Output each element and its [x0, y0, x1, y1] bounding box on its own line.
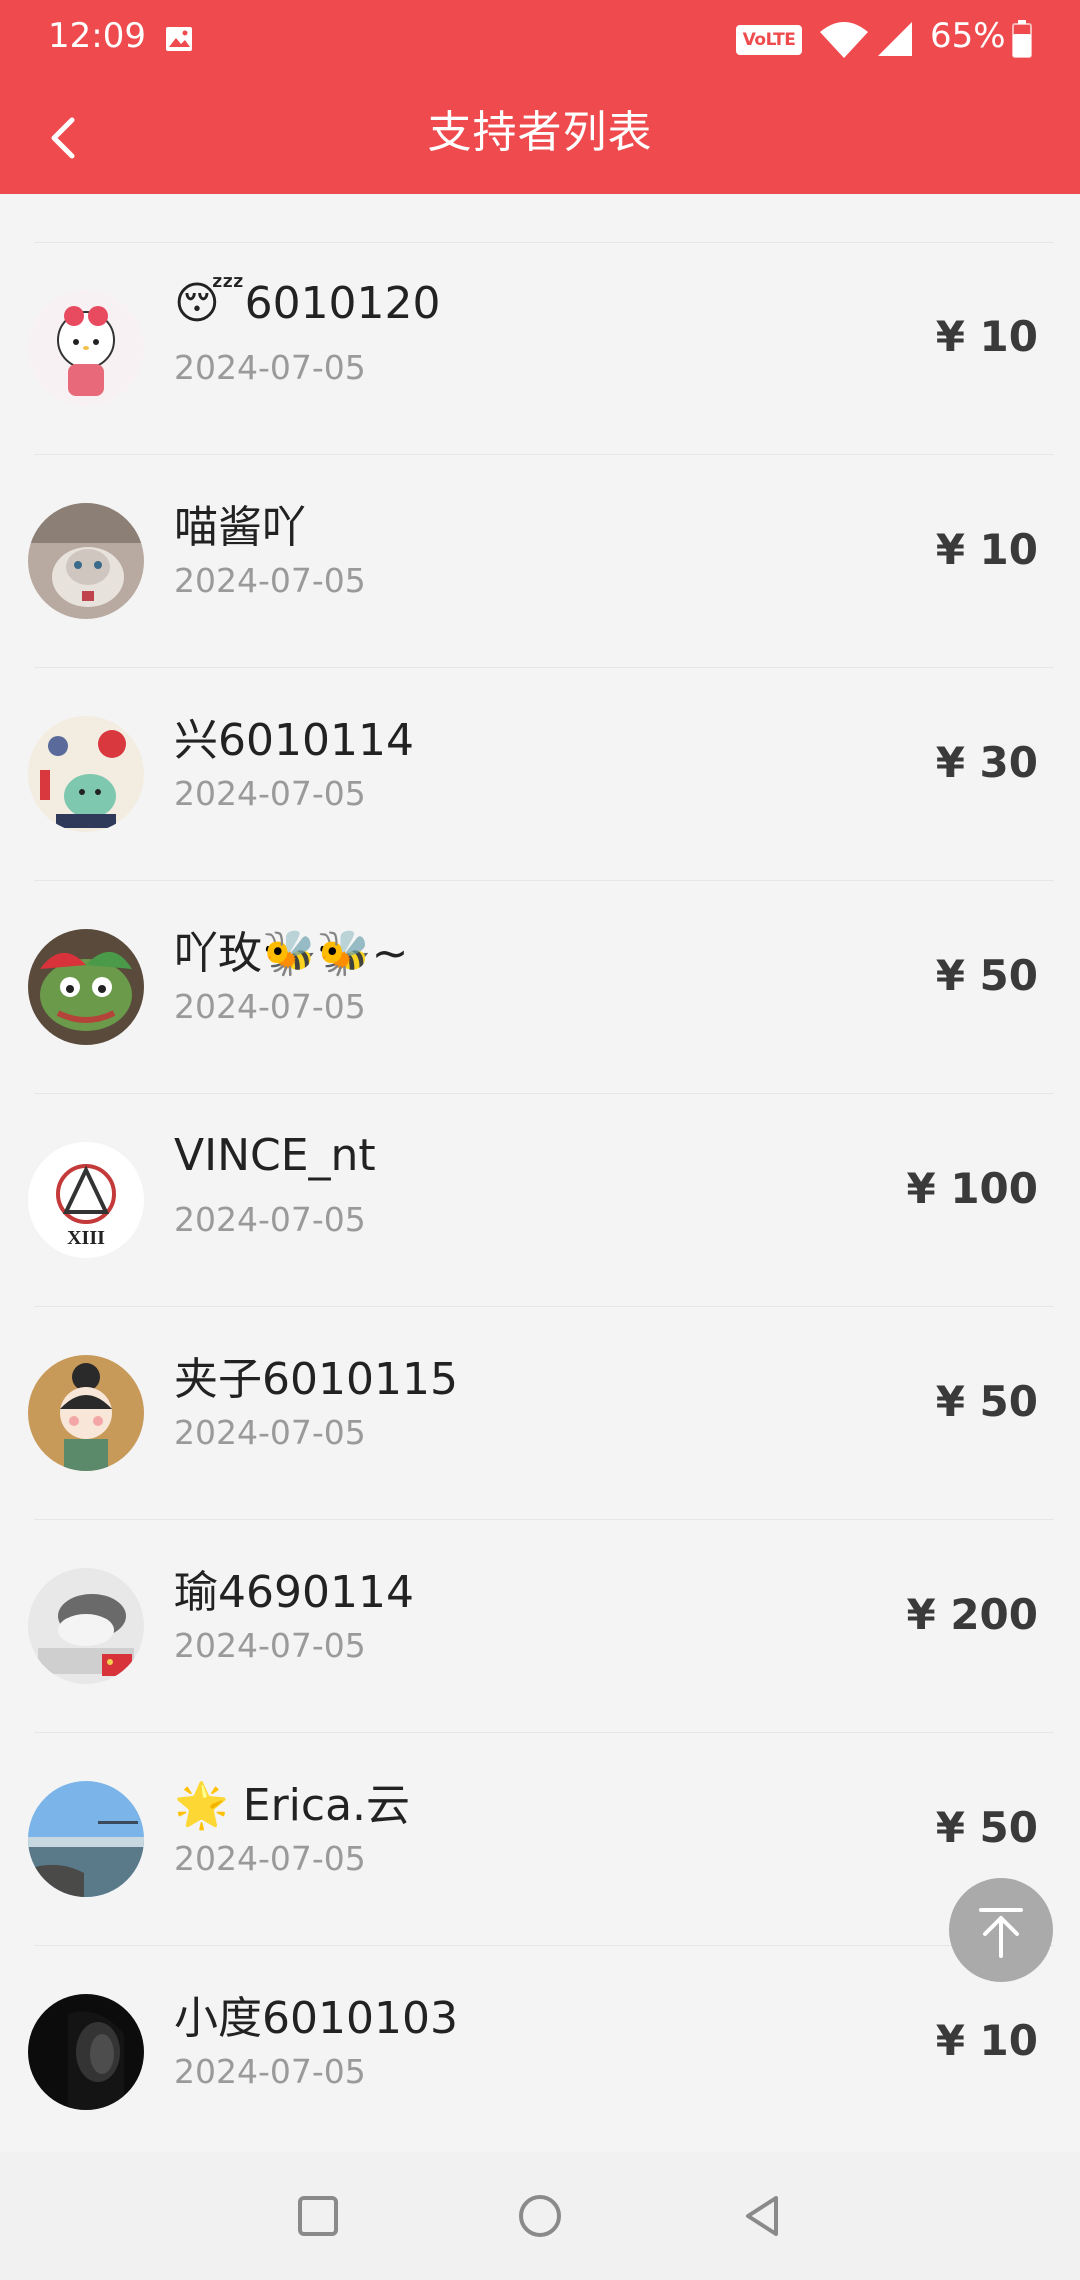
support-date: 2024-07-05 [174, 1200, 366, 1239]
supporter-name: VINCE_nt [174, 1130, 376, 1181]
supporter-name: 吖玫🐝🐝~ [174, 928, 409, 979]
battery-icon [1012, 20, 1032, 58]
support-amount: ¥ 10 [935, 312, 1038, 361]
avatar [28, 929, 144, 1045]
recent-apps-button[interactable] [286, 2184, 350, 2248]
supporter-name: 喵酱吖 [174, 502, 306, 553]
wifi-icon [820, 22, 868, 58]
avatar [28, 1781, 144, 1897]
gallery-notification-icon [166, 27, 192, 51]
support-date: 2024-07-05 [174, 1626, 366, 1665]
avatar [28, 290, 144, 406]
support-amount: ¥ 50 [935, 1377, 1038, 1426]
avatar [28, 1355, 144, 1471]
battery-percent: 65% [930, 16, 1006, 56]
supporter-name: 😴6010120 [174, 278, 441, 329]
support-amount: ¥ 30 [935, 738, 1038, 787]
avatar [28, 503, 144, 619]
support-amount: ¥ 50 [935, 1803, 1038, 1852]
support-amount: ¥ 10 [935, 525, 1038, 574]
navigation-bar [0, 2152, 1080, 2280]
arrow-up-to-top-icon [979, 1908, 1023, 1958]
avatar: XIII [28, 1142, 144, 1258]
list-item[interactable]: 夹子6010115 2024-07-05 ¥ 50 [0, 1307, 1080, 1520]
support-date: 2024-07-05 [174, 774, 366, 813]
volte-badge: VoLTE [736, 25, 802, 55]
supporter-list[interactable]: 😴6010120 2024-07-05 ¥ 10 喵酱吖 2024-07-05 … [0, 194, 1080, 2152]
status-bar: 12:09 VoLTE 65% [0, 0, 1080, 80]
list-item[interactable]: 瑜4690114 2024-07-05 ¥ 200 [0, 1520, 1080, 1733]
scroll-to-top-button[interactable] [949, 1878, 1053, 1982]
support-amount: ¥ 200 [906, 1590, 1038, 1639]
home-button[interactable] [508, 2184, 572, 2248]
support-date: 2024-07-05 [174, 561, 366, 600]
support-date: 2024-07-05 [174, 348, 366, 387]
support-date: 2024-07-05 [174, 1839, 366, 1878]
avatar [28, 1994, 144, 2110]
list-item[interactable]: 喵酱吖 2024-07-05 ¥ 10 [0, 455, 1080, 668]
avatar [28, 716, 144, 832]
support-amount: ¥ 100 [906, 1164, 1038, 1213]
support-amount: ¥ 10 [935, 2016, 1038, 2065]
supporter-name: 夹子6010115 [174, 1354, 458, 1405]
signal-icon [878, 22, 912, 56]
app-header: 支持者列表 [0, 80, 1080, 194]
support-date: 2024-07-05 [174, 1413, 366, 1452]
avatar [28, 1568, 144, 1684]
nav-back-button[interactable] [730, 2184, 794, 2248]
status-time: 12:09 [48, 16, 146, 56]
list-item[interactable]: 🌟 Erica.云 2024-07-05 ¥ 50 [0, 1733, 1080, 1946]
supporter-name: 小度6010103 [174, 1993, 458, 2044]
supporter-name: 🌟 Erica.云 [174, 1780, 411, 1831]
list-item[interactable]: 吖玫🐝🐝~ 2024-07-05 ¥ 50 [0, 881, 1080, 1094]
list-item[interactable]: 兴6010114 2024-07-05 ¥ 30 [0, 668, 1080, 881]
support-date: 2024-07-05 [174, 987, 366, 1026]
list-item[interactable]: 小度6010103 2024-07-05 ¥ 10 [0, 1946, 1080, 2152]
list-item[interactable]: XIII VINCE_nt 2024-07-05 ¥ 100 [0, 1094, 1080, 1307]
svg-text:XIII: XIII [67, 1227, 105, 1249]
page-title: 支持者列表 [427, 107, 653, 158]
support-date: 2024-07-05 [174, 2052, 366, 2091]
supporter-name: 瑜4690114 [174, 1567, 414, 1618]
list-item[interactable]: 😴6010120 2024-07-05 ¥ 10 [0, 242, 1080, 455]
support-amount: ¥ 50 [935, 951, 1038, 1000]
supporter-name: 兴6010114 [174, 715, 414, 766]
